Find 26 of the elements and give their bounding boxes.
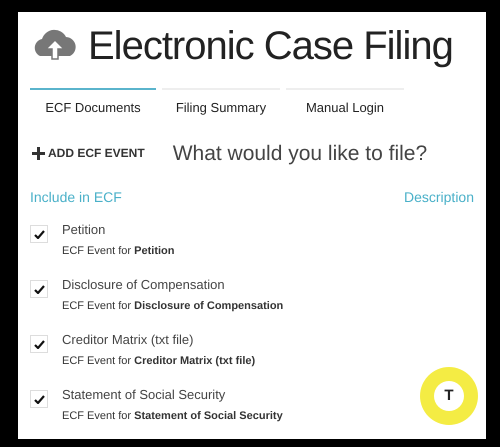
event-name: Petition (62, 221, 106, 239)
column-header: Description (404, 188, 474, 207)
event-name: Disclosure of Compensation (62, 276, 226, 294)
add-event-button[interactable]: ADD ECF EVENT (30, 144, 145, 162)
page-title: Electronic Case Filing (88, 26, 453, 66)
checkbox[interactable] (30, 335, 48, 353)
check-icon (34, 340, 44, 348)
tab[interactable]: Manual Login (286, 88, 404, 124)
check-icon (34, 284, 44, 294)
column-header: Include in ECF (30, 188, 122, 207)
event-description: ECF Event for Disclosure of Compensation (62, 298, 284, 314)
floating-action-button[interactable]: T (420, 367, 478, 425)
prompt-heading: What would you like to file? (172, 140, 428, 166)
tab[interactable]: Filing Summary (162, 88, 280, 124)
check-icon (34, 394, 44, 404)
plus-icon (32, 146, 45, 160)
event-name: Creditor Matrix (txt file) (62, 331, 194, 349)
event-description: ECF Event for Creditor Matrix (txt file) (62, 354, 256, 368)
event-description: ECF Event for Petition (62, 244, 174, 258)
event-name: Statement of Social Security (62, 386, 226, 404)
event-description: ECF Event for Statement of Social Security (62, 408, 283, 424)
tab[interactable]: ECF Documents (30, 88, 156, 124)
checkbox[interactable] (30, 225, 48, 243)
check-icon (34, 230, 44, 238)
checkbox[interactable] (30, 280, 48, 298)
checkbox[interactable] (30, 390, 48, 408)
